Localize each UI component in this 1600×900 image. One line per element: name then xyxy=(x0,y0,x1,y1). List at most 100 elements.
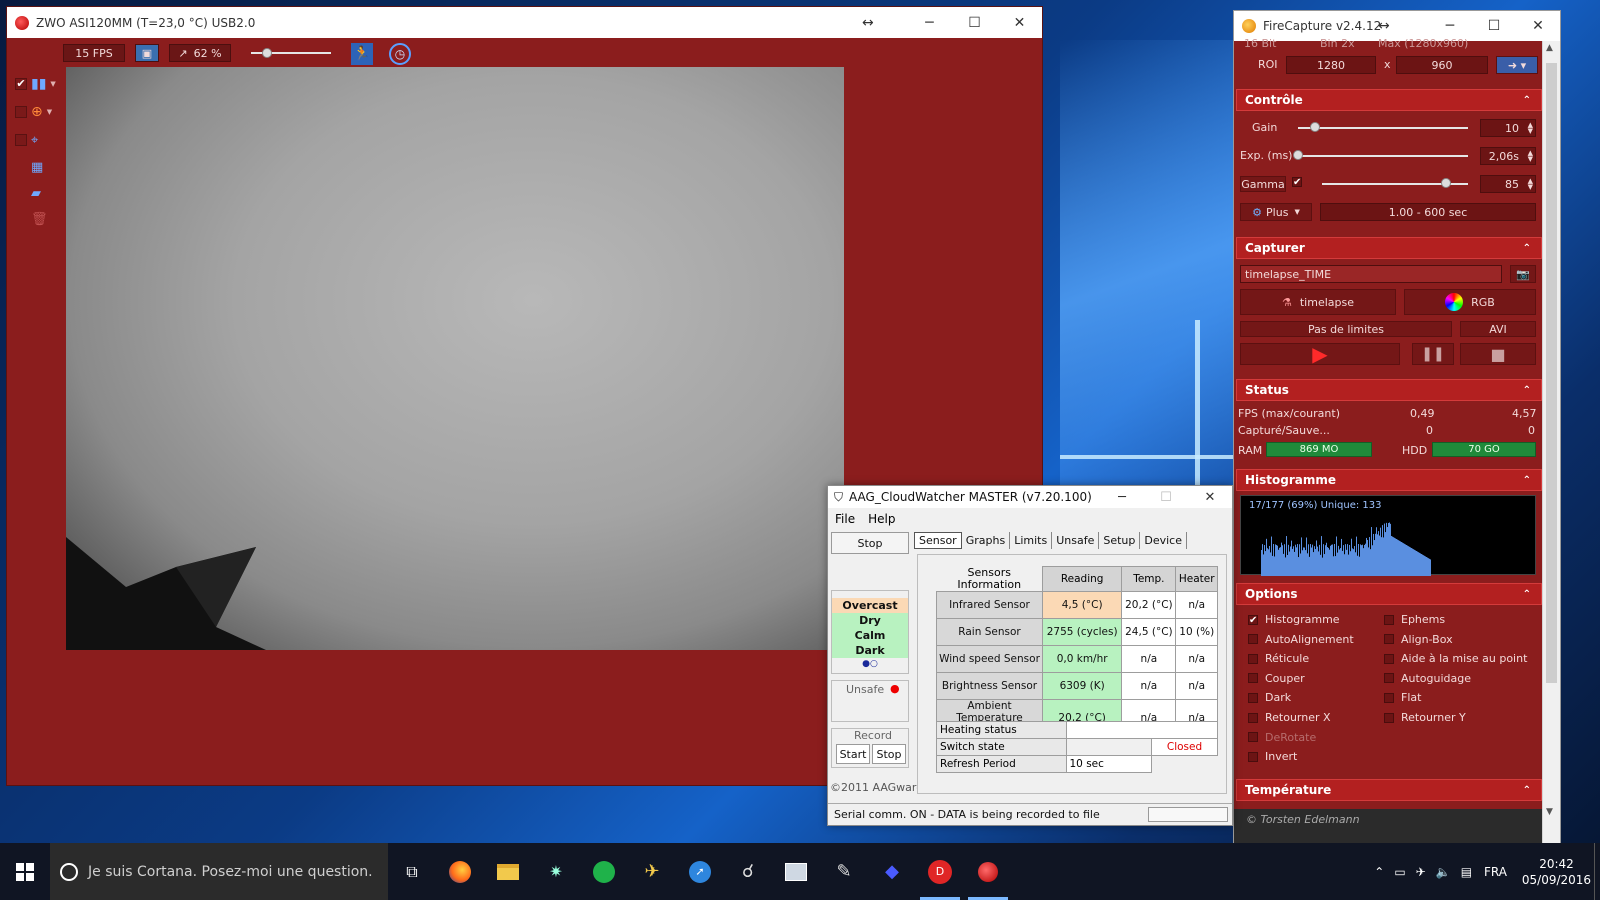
option-checkbox[interactable] xyxy=(1248,692,1258,703)
option-checkbox[interactable] xyxy=(1384,653,1394,664)
spin-arrows-icon[interactable]: ▲ ▼ xyxy=(1528,178,1533,191)
stellarium-icon[interactable]: ✷ xyxy=(532,843,580,900)
firecapture-scrollbar[interactable]: ▲ ▼ xyxy=(1542,41,1560,845)
language-indicator[interactable]: FRA xyxy=(1484,865,1507,879)
zoom-slider-knob[interactable] xyxy=(262,48,272,58)
capturer-header[interactable]: Capturer ⌃ xyxy=(1236,237,1542,259)
cortana-search[interactable]: Je suis Cortana. Posez-moi une question. xyxy=(50,843,388,900)
option-checkbox[interactable] xyxy=(1384,614,1394,625)
histogram-header[interactable]: Histogramme ⌃ xyxy=(1236,469,1542,491)
option-checkbox[interactable]: ✔ xyxy=(1248,614,1258,625)
bin-option[interactable]: Bin 2x xyxy=(1320,37,1355,50)
exposure-slider-knob[interactable] xyxy=(1293,150,1303,160)
roi-width-field[interactable]: 1280 xyxy=(1286,56,1376,74)
collapse-icon[interactable]: ⌃ xyxy=(1523,243,1531,254)
collapse-icon[interactable]: ⌃ xyxy=(1523,589,1531,600)
chevron-down-icon[interactable]: ▼ xyxy=(47,108,52,116)
calendar-icon[interactable]: ▦ xyxy=(31,160,43,175)
close-button[interactable]: ✕ xyxy=(997,7,1042,38)
gain-slider[interactable] xyxy=(1298,127,1468,129)
minimize-button[interactable]: ─ xyxy=(1100,486,1144,508)
tab-device[interactable]: Device xyxy=(1140,532,1187,549)
option-retourner-y[interactable]: Retourner Y xyxy=(1384,711,1466,724)
temperature-header[interactable]: Température ⌃ xyxy=(1236,779,1542,801)
status-header[interactable]: Status ⌃ xyxy=(1236,379,1542,401)
histogram-display[interactable]: 17/177 (69%) Unique: 133 xyxy=(1240,495,1536,576)
pause-button[interactable]: ❚❚ xyxy=(1412,343,1454,365)
volume-icon[interactable]: 🔈 xyxy=(1436,865,1451,879)
option-checkbox[interactable] xyxy=(1248,712,1258,723)
gain-value-field[interactable]: 10 ▲ ▼ xyxy=(1480,119,1536,137)
compass-app-icon[interactable]: ➚ xyxy=(676,843,724,900)
file-explorer-icon[interactable] xyxy=(484,843,532,900)
telescope-app-icon[interactable]: ✈ xyxy=(628,843,676,900)
notification-icon[interactable]: ▤ xyxy=(1461,865,1472,879)
exposure-value-field[interactable]: 2,06s ▲ ▼ xyxy=(1480,147,1536,165)
tab-setup[interactable]: Setup xyxy=(1099,532,1141,549)
option-retourner-x[interactable]: Retourner X xyxy=(1248,711,1331,724)
cloudwatcher-taskbar-icon[interactable]: D xyxy=(916,843,964,900)
observatory-app-icon[interactable]: ☌ xyxy=(724,843,772,900)
format-button[interactable]: AVI xyxy=(1460,321,1536,337)
camera-icon[interactable]: 📷 xyxy=(1510,265,1536,283)
crosshair-tool-check[interactable] xyxy=(15,106,27,118)
zoom-display[interactable]: ↗ 62 % xyxy=(169,44,231,62)
close-button[interactable]: ✕ xyxy=(1188,486,1232,508)
filename-field[interactable]: timelapse_TIME xyxy=(1240,265,1502,283)
option-checkbox[interactable] xyxy=(1248,673,1258,684)
options-header[interactable]: Options ⌃ xyxy=(1236,583,1542,605)
collapse-icon[interactable]: ⌃ xyxy=(1523,785,1531,796)
collapse-icon[interactable]: ⌃ xyxy=(1523,385,1531,396)
running-man-icon[interactable]: 🏃 xyxy=(351,43,373,65)
option-checkbox[interactable] xyxy=(1384,634,1394,645)
task-view-icon[interactable]: ⧉ xyxy=(388,843,436,900)
camera-preview[interactable] xyxy=(66,67,844,650)
option-checkbox[interactable] xyxy=(1248,653,1258,664)
timelapse-button[interactable]: ⚗ timelapse xyxy=(1240,289,1396,315)
scroll-thumb[interactable] xyxy=(1546,63,1557,683)
max-option[interactable]: Max (1280x960) xyxy=(1378,37,1468,50)
tab-graphs[interactable]: Graphs xyxy=(962,532,1011,549)
option-checkbox[interactable] xyxy=(1248,751,1258,762)
scroll-up-icon[interactable]: ▲ xyxy=(1546,43,1553,53)
tray-chevron-up-icon[interactable]: ⌃ xyxy=(1374,865,1384,879)
start-button[interactable] xyxy=(0,843,50,900)
option-histogramme[interactable]: ✔ Histogramme xyxy=(1248,613,1340,626)
gamma-label[interactable]: Gamma xyxy=(1240,176,1286,192)
option-checkbox[interactable] xyxy=(1384,712,1394,723)
rgb-button[interactable]: RGB xyxy=(1404,289,1536,315)
crosshair-globe-icon[interactable]: ⊕ xyxy=(31,104,43,120)
cloudwatcher-titlebar[interactable]: ⛉ AAG_CloudWatcher MASTER (v7.20.100) ─ … xyxy=(828,486,1232,508)
controle-header[interactable]: Contrôle ⌃ xyxy=(1236,89,1542,111)
close-button[interactable]: ✕ xyxy=(1516,11,1560,41)
roi-apply-button[interactable]: ➜ ▾ xyxy=(1496,56,1538,74)
option-align-box[interactable]: Align-Box xyxy=(1384,633,1453,646)
option-aide-la-mise-au-point[interactable]: Aide à la mise au point xyxy=(1384,652,1527,665)
gain-slider-knob[interactable] xyxy=(1310,122,1320,132)
exposure-slider[interactable] xyxy=(1298,155,1468,157)
collapse-icon[interactable]: ⌃ xyxy=(1523,95,1531,106)
gamma-checkbox[interactable]: ✔ xyxy=(1292,177,1302,188)
option-autoalignement[interactable]: AutoAlignement xyxy=(1248,633,1354,646)
option-couper[interactable]: Couper xyxy=(1248,672,1305,685)
firefox-icon[interactable] xyxy=(436,843,484,900)
focus-tool-check[interactable] xyxy=(15,134,27,146)
clock[interactable]: 20:42 05/09/2016 xyxy=(1519,856,1594,888)
focus-tool-icon[interactable]: ⌖ xyxy=(31,133,38,148)
bit-option[interactable]: 16 Bit xyxy=(1244,37,1276,50)
option-checkbox[interactable] xyxy=(1384,673,1394,684)
histogram-tool-row[interactable]: ✔ ▮▮ ▼ xyxy=(15,74,63,94)
option-flat[interactable]: Flat xyxy=(1384,691,1421,704)
spin-arrows-icon[interactable]: ▲ ▼ xyxy=(1528,150,1533,163)
option-autoguidage[interactable]: Autoguidage xyxy=(1384,672,1471,685)
trash-icon[interactable]: 🗑 xyxy=(31,212,48,227)
tab-sensor[interactable]: Sensor xyxy=(914,532,962,549)
maximize-button[interactable]: ☐ xyxy=(1472,11,1516,41)
menu-file[interactable]: File xyxy=(835,512,855,526)
ascom-app-icon[interactable] xyxy=(772,843,820,900)
cw-stop-button[interactable]: Stop xyxy=(831,532,909,554)
chevron-down-icon[interactable]: ▼ xyxy=(50,80,55,88)
maximize-button[interactable]: ☐ xyxy=(952,7,997,38)
option-checkbox[interactable] xyxy=(1248,634,1258,645)
green-app-icon[interactable] xyxy=(580,843,628,900)
